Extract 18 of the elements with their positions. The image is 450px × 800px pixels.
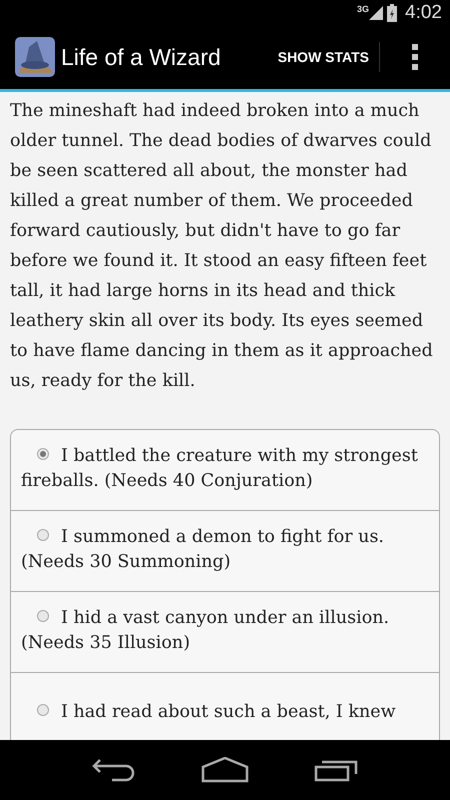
choice-option[interactable]: I summoned a demon to fight for us. (Needs 30 Summoning): [11, 511, 439, 592]
radio-button[interactable]: [37, 610, 49, 622]
app-title: Life of a Wizard: [61, 44, 222, 70]
clock: 4:02: [405, 2, 442, 24]
radio-button[interactable]: [37, 448, 49, 460]
back-icon[interactable]: [92, 757, 136, 783]
radio-button[interactable]: [37, 529, 49, 542]
signal-icon: [369, 6, 384, 20]
recent-apps-icon[interactable]: [314, 758, 358, 782]
story-text: The mineshaft had indeed broken into a much older tunnel. The dead bodies of dwarves could be seen scattered all about, the monster had killed a great number of them. We proceeded forward cautiously, but didn't have to go far before we found it. It stood an easy fifteen feet tall, it had large horns in its head and thick leathery skin all over its body. Its eyes seemed to have flame dancing in them as it approached us, ready for the kill.: [10, 100, 434, 393]
network-type: 3G: [357, 4, 370, 14]
choice-option[interactable]: I hid a vast canyon under an illusion. (Needs 35 Illusion): [11, 592, 439, 673]
wizard-hat-icon: [15, 37, 55, 77]
radio-button[interactable]: [37, 704, 49, 716]
battery-icon: [387, 4, 398, 22]
choice-option[interactable]: I battled the creature with my strongest fireballs. (Needs 40 Conjuration): [11, 430, 439, 511]
home-icon[interactable]: [200, 757, 249, 783]
show-stats-button[interactable]: SHOW STATS: [268, 25, 379, 89]
